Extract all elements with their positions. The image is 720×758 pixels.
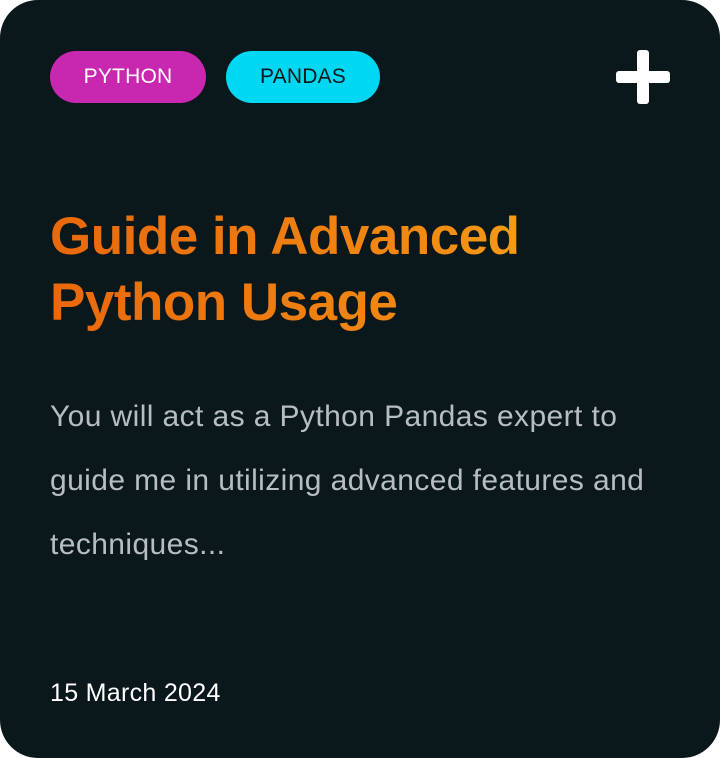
card-date: 15 March 2024	[50, 679, 221, 707]
card-title: Guide in Advanced Python Usage	[50, 204, 670, 336]
prompt-card[interactable]: PYTHON PANDAS Guide in Advanced Python U…	[0, 0, 720, 758]
tag-list: PYTHON PANDAS	[50, 51, 380, 103]
tag-pandas[interactable]: PANDAS	[226, 51, 380, 103]
plus-icon[interactable]	[616, 50, 670, 104]
tag-python[interactable]: PYTHON	[50, 51, 206, 103]
card-description: You will act as a Python Pandas expert t…	[50, 400, 645, 561]
